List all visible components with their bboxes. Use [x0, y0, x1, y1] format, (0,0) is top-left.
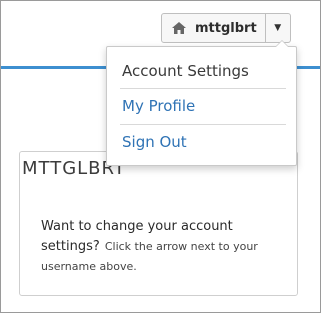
account-dropdown-menu: Account Settings My Profile Sign Out	[106, 40, 297, 166]
menu-item-my-profile[interactable]: My Profile	[122, 97, 195, 115]
username-label: mttglbrt	[195, 20, 257, 36]
account-card: MTTGLBRT Want to change your account set…	[19, 151, 298, 296]
user-menu-button-group: mttglbrt ▼	[161, 13, 291, 43]
user-menu-toggle[interactable]: ▼	[264, 14, 290, 42]
window-frame: mttglbrt ▼ Account Settings My Profile S…	[0, 0, 321, 313]
dropdown-divider	[120, 88, 286, 89]
user-button[interactable]: mttglbrt	[162, 14, 265, 42]
menu-item-sign-out[interactable]: Sign Out	[122, 133, 187, 151]
home-icon	[172, 22, 186, 34]
dropdown-header: Account Settings	[122, 62, 249, 80]
card-body: Want to change your account settings? Cl…	[41, 216, 291, 276]
caret-down-icon: ▼	[274, 23, 282, 33]
dropdown-divider	[120, 124, 286, 125]
